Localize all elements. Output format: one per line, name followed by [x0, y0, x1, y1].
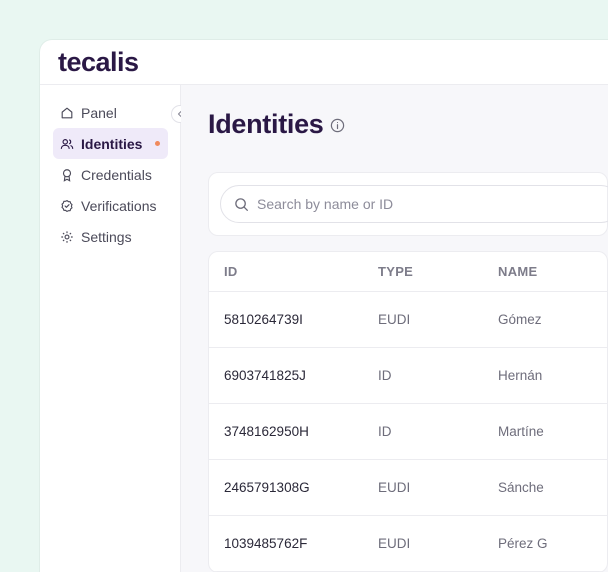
main-content: Identities ID TYPE NAME 5810264739I EUDI — [181, 85, 608, 572]
cell-type: ID — [378, 424, 392, 439]
sidebar-item-identities[interactable]: Identities — [53, 128, 168, 159]
table-row[interactable]: 1039485762F EUDI Pérez G — [209, 516, 607, 572]
cell-name: Martíne — [498, 424, 544, 439]
top-bar: tecalis — [40, 40, 608, 85]
table-row[interactable]: 5810264739I EUDI Gómez — [209, 292, 607, 348]
search-card — [208, 172, 608, 236]
gear-icon — [61, 230, 73, 243]
cell-type: EUDI — [378, 480, 411, 495]
cell-name: Gómez — [498, 312, 542, 327]
sidebar-item-credentials[interactable]: Credentials — [53, 159, 168, 190]
award-icon — [62, 168, 72, 182]
sidebar-item-panel[interactable]: Panel — [53, 97, 168, 128]
table-row[interactable]: 6903741825J ID Hernán — [209, 348, 607, 404]
notification-dot — [155, 141, 160, 146]
table-header: ID TYPE NAME — [209, 252, 607, 292]
table-row[interactable]: 3748162950H ID Martíne — [209, 404, 607, 460]
users-icon — [60, 138, 74, 149]
sidebar-item-label: Panel — [81, 104, 117, 121]
search-box[interactable] — [220, 185, 608, 223]
cell-name: Hernán — [498, 368, 543, 383]
sidebar: Panel Identities Credentials Verificatio… — [40, 85, 189, 572]
sidebar-item-label: Verifications — [81, 197, 157, 214]
cell-id: 3748162950H — [224, 424, 309, 439]
cell-type: EUDI — [378, 312, 411, 327]
search-input[interactable] — [257, 196, 537, 212]
cell-id: 5810264739I — [224, 312, 303, 327]
info-icon[interactable] — [330, 118, 345, 133]
search-icon — [235, 197, 248, 211]
badge-check-icon — [61, 199, 73, 212]
sidebar-item-label: Credentials — [81, 166, 152, 183]
sidebar-item-label: Settings — [81, 228, 132, 245]
cell-id: 2465791308G — [224, 480, 310, 495]
cell-name: Pérez G — [498, 536, 548, 551]
title-row: Identities — [208, 107, 608, 141]
column-header-name[interactable]: NAME — [498, 264, 537, 279]
sidebar-item-verifications[interactable]: Verifications — [53, 190, 168, 221]
app-window: tecalis Panel Identities Credentials Ver… — [40, 40, 608, 572]
sidebar-item-settings[interactable]: Settings — [53, 221, 168, 252]
table-row[interactable]: 2465791308G EUDI Sánche — [209, 460, 607, 516]
column-header-type[interactable]: TYPE — [378, 264, 498, 279]
cell-name: Sánche — [498, 480, 544, 495]
cell-type: ID — [378, 368, 392, 383]
home-icon — [61, 107, 73, 118]
page-title: Identities — [208, 108, 324, 139]
identities-table: ID TYPE NAME 5810264739I EUDI Gómez 6903… — [208, 251, 608, 572]
cell-id: 6903741825J — [224, 368, 306, 383]
sidebar-item-label: Identities — [81, 135, 143, 152]
layout: Panel Identities Credentials Verificatio… — [40, 85, 608, 572]
column-header-id[interactable]: ID — [209, 264, 378, 279]
cell-type: EUDI — [378, 536, 411, 551]
cell-id: 1039485762F — [224, 536, 308, 551]
logo[interactable]: tecalis — [58, 48, 139, 76]
